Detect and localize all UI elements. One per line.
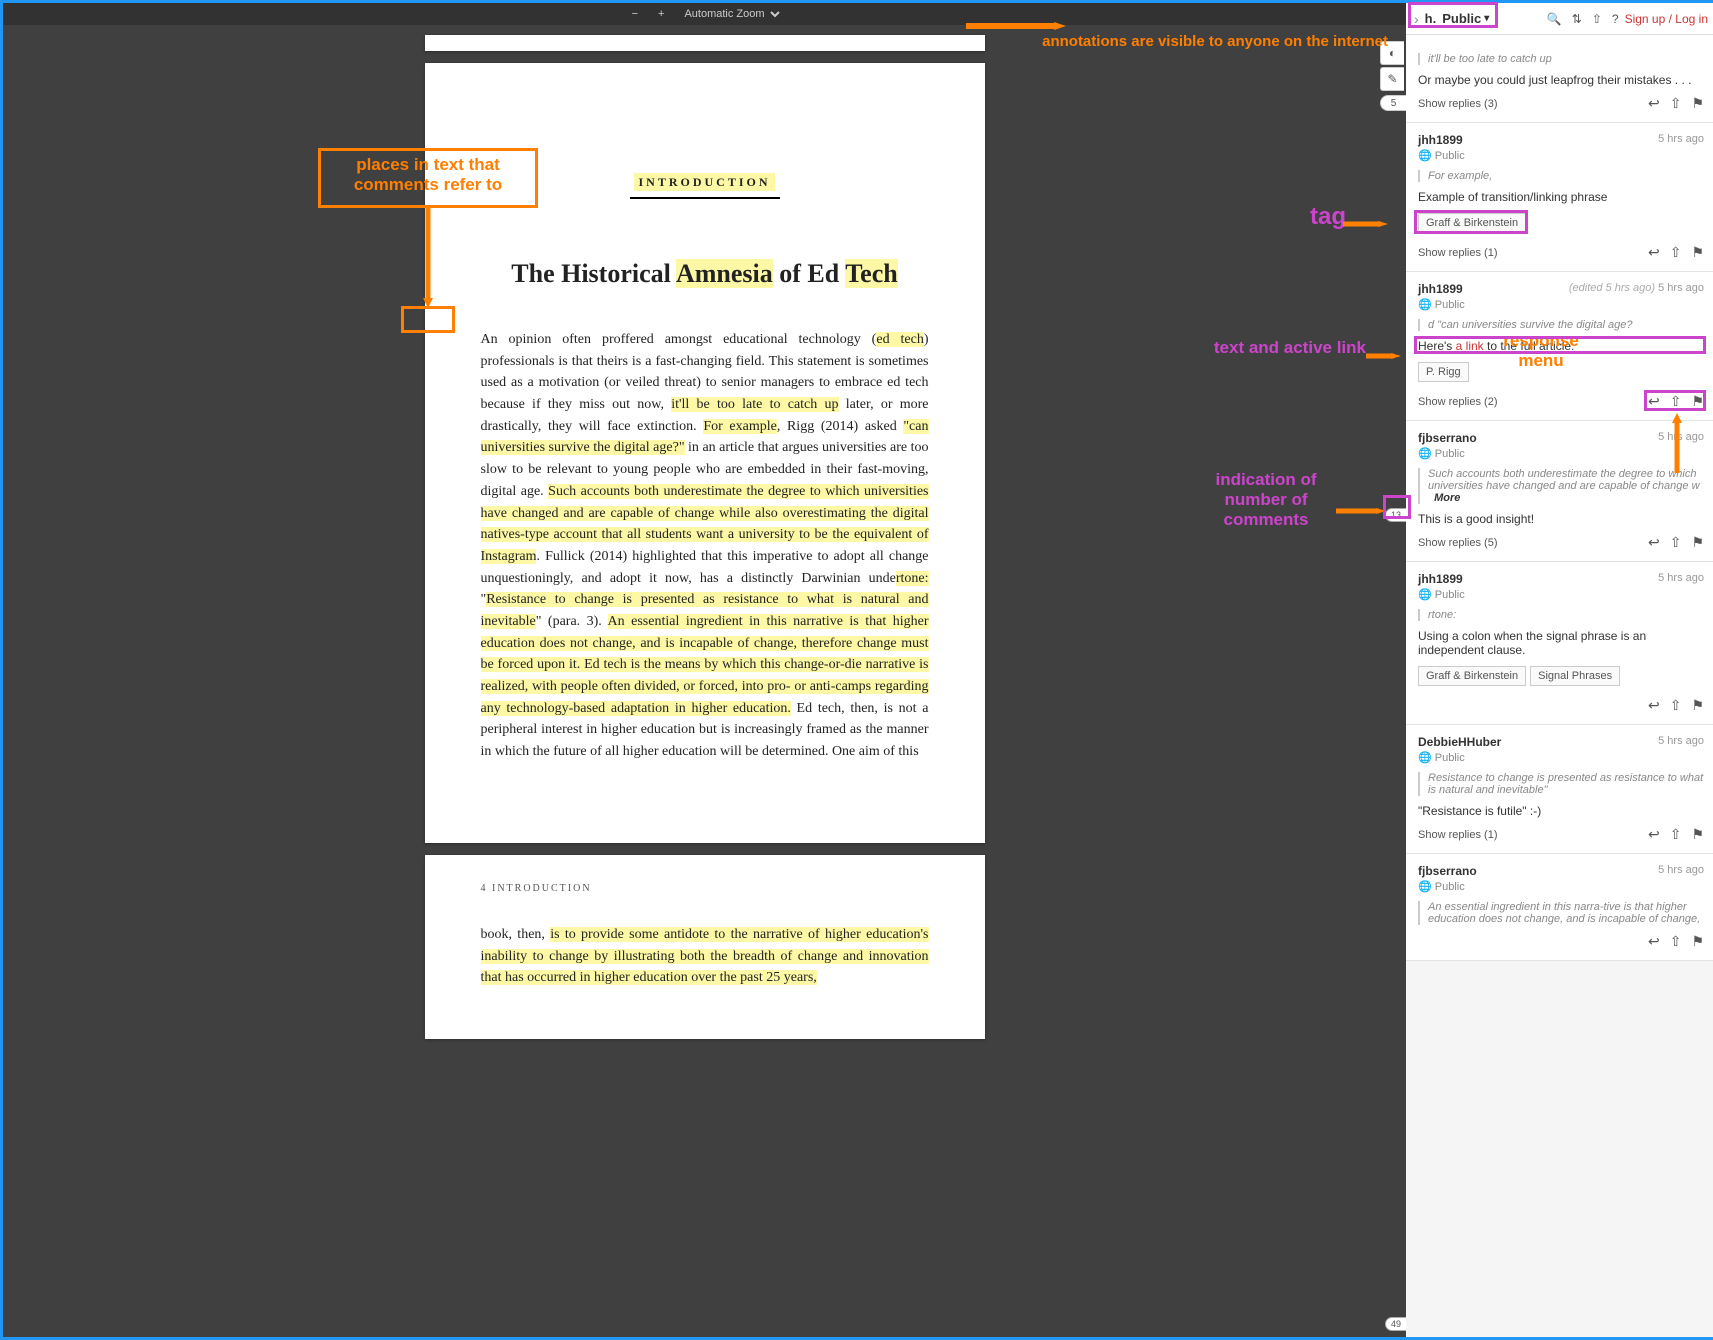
login-link[interactable]: Log in <box>1675 12 1708 26</box>
page-2: 4 INTRODUCTION book, then, is to provide… <box>425 855 985 1039</box>
flag-icon[interactable]: ⚑ <box>1691 95 1704 112</box>
reply-icon[interactable]: ↩ <box>1648 697 1660 714</box>
annotation-tag[interactable]: Signal Phrases <box>1530 666 1620 686</box>
page-header: 4 INTRODUCTION <box>481 883 929 894</box>
share-icon[interactable]: ⇧ <box>1670 933 1682 950</box>
share-icon[interactable]: ⇧ <box>1670 95 1682 112</box>
pdf-toolbar: − + Automatic Zoom <box>3 3 1406 25</box>
auth-links: Sign up / Log in <box>1625 12 1708 26</box>
more-link[interactable]: More <box>1434 492 1460 504</box>
annotation-user: DebbieHHuber <box>1418 735 1501 749</box>
annotations-sidebar: › h. Public ▾ 🔍 ⇅ ⇧ ? Sign up / Log in i… <box>1406 3 1713 1337</box>
annotation-body: Here's a link to the full article. <box>1418 339 1704 353</box>
annotation-visibility: 🌐 Public <box>1418 149 1704 162</box>
reply-icon[interactable]: ↩ <box>1648 826 1660 843</box>
annotation-list[interactable]: it'll be too late to catch up Or maybe yo… <box>1406 35 1713 1337</box>
annotation-body: "Resistance is futile" :-) <box>1418 804 1704 818</box>
zoom-select[interactable]: Automatic Zoom <box>678 5 783 23</box>
help-icon[interactable]: ? <box>1612 12 1619 26</box>
annotation-visibility: 🌐 Public <box>1418 298 1704 311</box>
annotation-link[interactable]: a link <box>1456 339 1487 353</box>
annotation-visibility: 🌐 Public <box>1418 447 1704 460</box>
intro-label: INTRODUCTION <box>634 173 774 191</box>
annotation-time: 5 hrs ago <box>1658 572 1704 586</box>
flag-icon[interactable]: ⚑ <box>1691 393 1704 410</box>
zoom-in-button[interactable]: + <box>652 6 670 22</box>
annotation-count-badge: 5 <box>1380 95 1406 111</box>
annotation-card[interactable]: fjbserrano 5 hrs ago 🌐 Public An essential … <box>1406 854 1713 961</box>
flag-icon[interactable]: ⚑ <box>1691 244 1704 261</box>
annotation-quote: rtone: <box>1418 609 1704 621</box>
annotation-visibility: 🌐 Public <box>1418 588 1704 601</box>
sidebar-edge-tabs: ◐ ✎ 5 <box>1380 41 1406 111</box>
body-paragraph: An opinion often proffered amongst educa… <box>481 329 929 763</box>
signup-link[interactable]: Sign up <box>1625 12 1666 26</box>
reply-icon[interactable]: ↩ <box>1648 393 1660 410</box>
annotation-user: jhh1899 <box>1418 282 1463 296</box>
annotation-tag[interactable]: Graff & Birkenstein <box>1418 666 1526 686</box>
annotation-body: Using a colon when the signal phrase is … <box>1418 629 1704 657</box>
flag-icon[interactable]: ⚑ <box>1691 826 1704 843</box>
annotation-card[interactable]: it'll be too late to catch up Or maybe yo… <box>1406 35 1713 123</box>
annotation-card[interactable]: fjbserrano 5 hrs ago 🌐 Public Such accounts… <box>1406 421 1713 562</box>
annotation-tag[interactable]: Graff & Birkenstein <box>1418 213 1526 233</box>
reply-icon[interactable]: ↩ <box>1648 933 1660 950</box>
annotation-card[interactable]: DebbieHHuber 5 hrs ago 🌐 Public Resistance … <box>1406 725 1713 854</box>
annotation-card[interactable]: jhh1899 5 hrs ago 🌐 Public rtone: Using a co… <box>1406 562 1713 725</box>
annotation-body: Or maybe you could just leapfrog their m… <box>1418 73 1704 87</box>
show-replies-link[interactable]: Show replies (1) <box>1418 829 1497 841</box>
search-icon[interactable]: 🔍 <box>1547 12 1562 26</box>
annotation-quote: Resistance to change is presented as res… <box>1418 772 1704 796</box>
annotation-user: fjbserrano <box>1418 431 1477 445</box>
annotation-body: Example of transition/linking phrase <box>1418 190 1704 204</box>
flag-icon[interactable]: ⚑ <box>1691 697 1704 714</box>
annotation-quote: d "can universities survive the digital … <box>1418 319 1704 331</box>
annotation-quote: Such accounts both underestimate the deg… <box>1418 468 1704 504</box>
annotation-time: 5 hrs ago <box>1658 431 1704 445</box>
show-replies-link[interactable]: Show replies (1) <box>1418 247 1497 259</box>
annotation-user: jhh1899 <box>1418 133 1463 147</box>
new-note-icon[interactable]: ✎ <box>1380 67 1404 91</box>
annotation-card[interactable]: jhh1899 (edited 5 hrs ago) 5 hrs ago 🌐 Pub… <box>1406 272 1713 421</box>
share-icon[interactable]: ⇧ <box>1592 12 1602 26</box>
annotation-user: fjbserrano <box>1418 864 1477 878</box>
body-paragraph: book, then, is to provide some antidote … <box>481 924 929 989</box>
sort-icon[interactable]: ⇅ <box>1572 12 1582 26</box>
zoom-out-button[interactable]: − <box>626 6 644 22</box>
annotation-quote: An essential ingredient in this narra-ti… <box>1418 901 1704 925</box>
annotation-time: 5 hrs ago <box>1658 864 1704 878</box>
show-replies-link[interactable]: Show replies (5) <box>1418 537 1497 549</box>
annotation-user: jhh1899 <box>1418 572 1463 586</box>
annotation-quote: For example, <box>1418 170 1704 182</box>
annotation-quote: it'll be too late to catch up <box>1418 53 1704 65</box>
page-stub <box>425 35 985 51</box>
reply-icon[interactable]: ↩ <box>1648 244 1660 261</box>
show-replies-link[interactable]: Show replies (2) <box>1418 396 1497 408</box>
reply-icon[interactable]: ↩ <box>1648 95 1660 112</box>
pages-container[interactable]: INTRODUCTION The Historical Amnesia of E… <box>3 25 1406 1337</box>
callout-places: places in text that comments refer to <box>321 151 535 199</box>
page-title: The Historical Amnesia of Ed Tech <box>481 259 929 289</box>
sidebar-header: › h. Public ▾ 🔍 ⇅ ⇧ ? Sign up / Log in <box>1406 3 1713 35</box>
annotation-time: 5 hrs ago <box>1658 735 1704 749</box>
toggle-sidebar-icon[interactable]: ◐ <box>1380 41 1404 65</box>
share-icon[interactable]: ⇧ <box>1670 534 1682 551</box>
annotation-card[interactable]: jhh1899 5 hrs ago 🌐 Public For example, Exam… <box>1406 123 1713 272</box>
flag-icon[interactable]: ⚑ <box>1691 933 1704 950</box>
annotation-time: 5 hrs ago <box>1658 133 1704 147</box>
share-icon[interactable]: ⇧ <box>1670 697 1682 714</box>
annotation-body: This is a good insight! <box>1418 512 1704 526</box>
pdf-viewer: − + Automatic Zoom INTRODUCTION The Hist… <box>3 3 1406 1337</box>
share-icon[interactable]: ⇧ <box>1670 244 1682 261</box>
reply-icon[interactable]: ↩ <box>1648 534 1660 551</box>
share-icon[interactable]: ⇧ <box>1670 826 1682 843</box>
bucket-indicator[interactable]: 49 <box>1385 1317 1406 1331</box>
show-replies-link[interactable]: Show replies (3) <box>1418 98 1497 110</box>
flag-icon[interactable]: ⚑ <box>1691 534 1704 551</box>
annotation-time: (edited 5 hrs ago) 5 hrs ago <box>1569 282 1704 296</box>
share-icon[interactable]: ⇧ <box>1670 393 1682 410</box>
annotation-visibility: 🌐 Public <box>1418 751 1704 764</box>
annotation-visibility: 🌐 Public <box>1418 880 1704 893</box>
annotation-tag[interactable]: P. Rigg <box>1418 362 1469 382</box>
